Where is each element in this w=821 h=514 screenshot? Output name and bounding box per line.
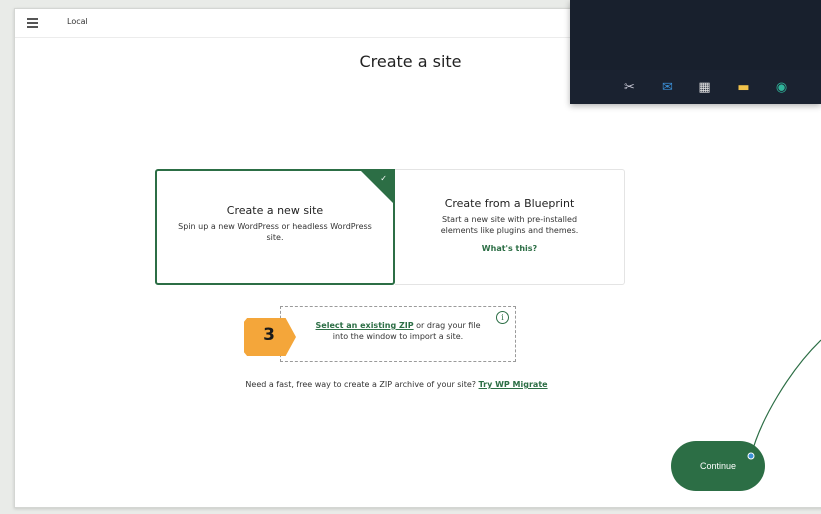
create-new-site-card[interactable]: ✓ Create a new site Spin up a new WordPr… (155, 169, 395, 285)
app-title: Local (67, 17, 88, 26)
edge-icon[interactable]: ◉ (774, 80, 789, 95)
card-title: Create from a Blueprint (444, 197, 575, 210)
step-number: 3 (263, 325, 275, 345)
select-zip-link[interactable]: Select an existing ZIP (316, 321, 414, 330)
migrate-hint: Need a fast, free way to create a ZIP ar… (0, 380, 793, 389)
store-icon[interactable]: ▦ (697, 80, 712, 95)
try-wp-migrate-link[interactable]: Try WP Migrate (479, 380, 548, 389)
whats-this-link[interactable]: What's this? (482, 244, 537, 253)
selected-corner (359, 169, 395, 205)
card-title: Create a new site (226, 204, 324, 217)
import-dropzone[interactable]: Select an existing ZIP or drag your file… (280, 306, 516, 362)
menu-icon[interactable] (27, 18, 38, 28)
continue-button[interactable]: Continue (671, 441, 765, 491)
taskbar-preview (570, 0, 821, 70)
checkmark-icon: ✓ (380, 174, 387, 183)
card-description: Spin up a new WordPress or headless Word… (178, 222, 372, 242)
snipping-tool-icon[interactable]: ✂ (622, 80, 637, 95)
card-description: Start a new site with pre-installed elem… (440, 215, 579, 235)
file-explorer-icon[interactable]: ▬ (736, 80, 751, 95)
info-icon[interactable]: i (496, 311, 509, 324)
mail-icon[interactable]: ✉ (660, 80, 675, 95)
migrate-text: Need a fast, free way to create a ZIP ar… (245, 380, 479, 389)
windows-taskbar: ✂ ✉ ▦ ▬ ◉ (570, 0, 821, 104)
create-from-blueprint-card[interactable]: Create from a Blueprint Start a new site… (395, 169, 625, 285)
import-text: Select an existing ZIP or drag your file… (281, 320, 515, 342)
step-badge: 3 (244, 318, 296, 356)
